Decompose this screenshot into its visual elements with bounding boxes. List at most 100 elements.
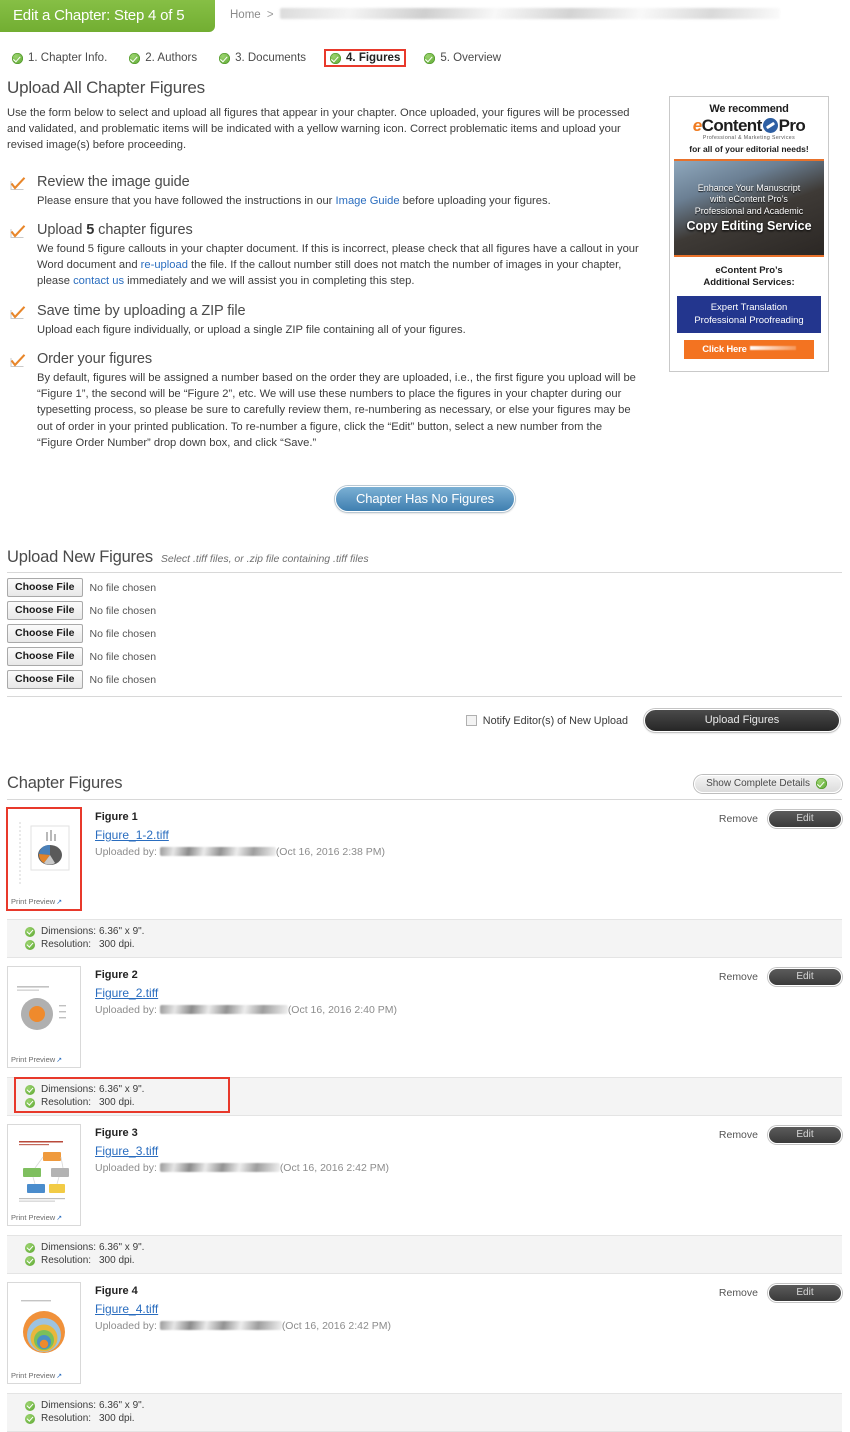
notify-editors-checkbox[interactable] <box>465 715 477 727</box>
chapter-has-no-figures-button[interactable]: Chapter Has No Figures <box>335 486 515 513</box>
check-circle-icon <box>25 1413 35 1424</box>
breadcrumb: Home > <box>230 8 780 21</box>
figure-thumbnail[interactable]: Print Preview↗ <box>7 1282 81 1385</box>
remove-figure-link[interactable]: Remove <box>719 971 758 983</box>
edit-figure-button[interactable]: Edit <box>768 1284 842 1303</box>
dimensions-label: Dimensions: <box>41 926 97 938</box>
resolution-label: Resolution: <box>41 1097 92 1109</box>
check-circle-icon <box>219 52 231 64</box>
ad-logo-content: Content <box>701 116 763 135</box>
econtent-pro-logo: eContent Pro <box>670 117 828 134</box>
figure-row: Print Preview↗ Figure 2 Figure_2.tiff Up… <box>7 966 842 1069</box>
figure-upload-info: Uploaded by: (Oct 16, 2016 2:38 PM) <box>95 846 842 858</box>
resolution-fact: Resolution: 300 dpi. <box>25 938 842 951</box>
choose-file-button[interactable]: Choose File <box>7 647 83 667</box>
edit-figure-button[interactable]: Edit <box>768 810 842 829</box>
remove-figure-link[interactable]: Remove <box>719 813 758 825</box>
choose-file-button[interactable]: Choose File <box>7 601 83 621</box>
check-circle-icon <box>25 926 35 937</box>
orange-check-icon <box>10 353 26 367</box>
ad-click-here-button[interactable]: Click Here <box>684 340 814 360</box>
step-tab-2[interactable]: 2. Authors <box>125 50 201 66</box>
figure-file-link[interactable]: Figure_3.tiff <box>95 1144 158 1158</box>
figure-facts: Dimensions: 6.36" x 9". Resolution: 300 … <box>7 1393 842 1432</box>
edit-figure-button[interactable]: Edit <box>768 968 842 987</box>
upload-figures-button[interactable]: Upload Figures <box>644 709 840 733</box>
figure-file-link[interactable]: Figure_2.tiff <box>95 986 158 1000</box>
remove-figure-link[interactable]: Remove <box>719 1287 758 1299</box>
dimensions-fact: Dimensions: 6.36" x 9". <box>25 925 842 938</box>
dimensions-value: 6.36" x 9". <box>99 1400 145 1412</box>
file-input-row[interactable]: Choose File No file chosen <box>7 670 850 690</box>
remove-figure-link[interactable]: Remove <box>719 1129 758 1141</box>
figure-file-link[interactable]: Figure_4.tiff <box>95 1302 158 1316</box>
print-preview-link[interactable]: Print Preview↗ <box>11 1371 77 1380</box>
print-preview-link[interactable]: Print Preview↗ <box>11 1055 77 1064</box>
print-preview-label: Print Preview <box>11 1055 56 1065</box>
step-tab-2-label: 2. Authors <box>145 52 198 64</box>
figure-upload-info: Uploaded by: (Oct 16, 2016 2:42 PM) <box>95 1320 842 1332</box>
ad-services-box[interactable]: Expert Translation Professional Proofrea… <box>677 295 821 334</box>
print-preview-link[interactable]: Print Preview↗ <box>11 897 77 906</box>
choose-file-button[interactable]: Choose File <box>7 578 83 598</box>
step-tab-1-label: 1. Chapter Info. <box>28 52 108 64</box>
figure-upload-info: Uploaded by: (Oct 16, 2016 2:40 PM) <box>95 1004 842 1016</box>
figure-thumbnail[interactable]: Print Preview↗ <box>7 1124 81 1227</box>
figure-facts: Dimensions: 6.36" x 9". Resolution: 300 … <box>7 919 842 959</box>
re-upload-link[interactable]: re-upload <box>141 259 188 271</box>
resolution-value: 300 dpi. <box>99 1413 135 1425</box>
tip-heading: Save time by uploading a ZIP file <box>37 303 640 319</box>
check-circle-icon <box>330 52 342 64</box>
image-guide-link[interactable]: Image Guide <box>336 195 400 207</box>
step-tab-1[interactable]: 1. Chapter Info. <box>8 50 111 66</box>
resolution-label: Resolution: <box>41 1413 92 1425</box>
check-circle-icon <box>12 52 23 64</box>
choose-file-button[interactable]: Choose File <box>7 624 83 644</box>
resolution-label: Resolution: <box>41 939 92 951</box>
orange-check-icon <box>10 176 26 190</box>
chart-pie-bar-thumb-icon <box>11 815 77 894</box>
dimensions-value: 6.36" x 9". <box>99 926 145 938</box>
dimensions-value: 6.36" x 9". <box>99 1084 145 1096</box>
file-input-row[interactable]: Choose File No file chosen <box>7 601 850 621</box>
file-input-row[interactable]: Choose File No file chosen <box>7 578 850 598</box>
no-file-chosen-label: No file chosen <box>89 627 157 640</box>
ad-services-line-1: eContent Pro’s <box>715 265 783 276</box>
print-preview-label: Print Preview <box>11 1213 56 1223</box>
file-input-row[interactable]: Choose File No file chosen <box>7 647 850 667</box>
show-complete-details-button[interactable]: Show Complete Details <box>694 774 842 793</box>
ad-banner[interactable]: Enhance Your Manuscript with eContent Pr… <box>674 159 824 257</box>
choose-file-button[interactable]: Choose File <box>7 670 83 690</box>
print-preview-link[interactable]: Print Preview↗ <box>11 1213 77 1222</box>
resolution-fact: Resolution: 300 dpi. <box>25 1254 842 1267</box>
breadcrumb-home[interactable]: Home <box>230 9 261 21</box>
check-circle-icon <box>424 52 436 64</box>
tip-heading: Review the image guide <box>37 174 640 190</box>
check-circle-icon <box>816 777 827 789</box>
page-title-tab: Edit a Chapter: Step 4 of 5 <box>0 0 215 32</box>
figure-thumbnail[interactable]: Print Preview↗ <box>7 966 81 1069</box>
page-title: Upload All Chapter Figures <box>7 78 205 97</box>
contact-us-link[interactable]: contact us <box>73 275 124 287</box>
step-tab-5[interactable]: 5. Overview <box>420 50 505 66</box>
ad-banner-line-3: Professional and Academic <box>694 205 804 216</box>
page-root: Edit a Chapter: Step 4 of 5 Home > 1. Ch… <box>0 0 850 1432</box>
econtent-pro-ad[interactable]: We recommend eContent Pro Professional & … <box>669 96 829 372</box>
file-input-row[interactable]: Choose File No file chosen <box>7 624 850 644</box>
ad-logo-subtitle: Professional & Marketing Services <box>702 135 796 141</box>
tip-body: By default, figures will be assigned a n… <box>37 371 636 449</box>
tip-heading-text: Save time by uploading a ZIP file <box>37 302 246 319</box>
tip-save-time-zip: Save time by uploading a ZIP file Upload… <box>10 303 640 338</box>
figure-thumbnail[interactable]: Print Preview↗ <box>6 807 82 912</box>
check-circle-icon <box>25 1097 35 1108</box>
edit-figure-button[interactable]: Edit <box>768 1126 842 1145</box>
figure-file-link[interactable]: Figure_1-2.tiff <box>95 828 169 842</box>
ad-banner-service: Copy Editing Service <box>686 218 812 233</box>
notify-editors-label: Notify Editor(s) of New Upload <box>482 714 628 727</box>
step-tab-4[interactable]: 4. Figures <box>324 49 407 67</box>
tip-body: Please ensure that you have followed the… <box>37 193 640 209</box>
print-preview-label: Print Preview <box>11 897 56 907</box>
step-tab-3[interactable]: 3. Documents <box>215 50 310 66</box>
concentric-circle-thumb-icon <box>11 973 77 1052</box>
uploaded-by-label: Uploaded by: <box>95 1162 157 1175</box>
